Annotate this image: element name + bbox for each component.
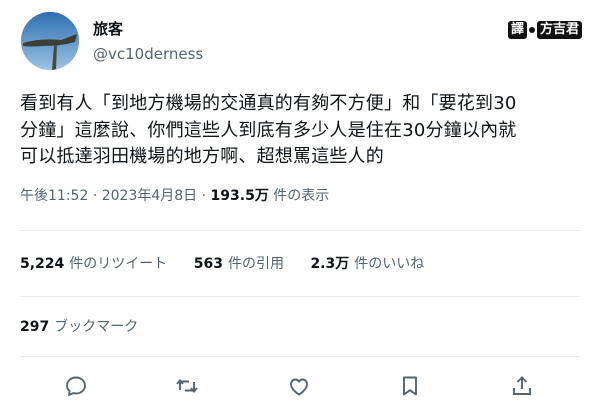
view-label: 件の表示 [273, 188, 330, 204]
avatar-image [21, 12, 79, 70]
view-count: 193.5万 [210, 188, 269, 204]
reply-button[interactable] [64, 374, 88, 398]
quotes-stat[interactable]: 563 件の引用 [194, 254, 284, 274]
reply-icon [66, 376, 86, 396]
quotes-count: 563 [193, 256, 223, 272]
share-button[interactable] [510, 374, 534, 398]
likes-stat[interactable]: 2.3万 件のいいね [310, 254, 424, 274]
bookmarks-label: ブックマーク [54, 319, 139, 335]
display-name[interactable]: 旅客 [93, 20, 123, 38]
bookmarks-count: 297 [20, 319, 50, 335]
likes-label: 件のいいね [354, 256, 425, 272]
avatar[interactable] [21, 12, 79, 70]
share-icon [513, 376, 531, 395]
likes-count: 2.3万 [310, 256, 350, 272]
meta-separator: · [201, 188, 207, 204]
tweet-text: 看到有人「到地方機場的交通真的有夠不方便」和「要花到30 分鐘」這麼說、你們這些… [20, 91, 585, 171]
bookmark-icon [403, 376, 417, 396]
divider [20, 296, 580, 297]
bookmark-button[interactable] [398, 374, 422, 398]
quotes-label: 件の引用 [227, 256, 284, 272]
watermark: 譯 方吉君 [507, 21, 582, 39]
retweets-count: 5,224 [20, 256, 65, 272]
divider [20, 230, 580, 231]
user-handle[interactable]: @vc10derness [93, 45, 203, 63]
bookmarks-stat[interactable]: 297 ブックマーク [20, 317, 138, 337]
tweet-meta: 午後11:52 · 2023年4月8日 · 193.5万 件の表示 [20, 186, 329, 206]
meta-separator: · [92, 188, 98, 204]
tweet-text-line: 可以抵達羽田機場的地方啊、超想罵這些人的 [20, 146, 384, 167]
tweet-date[interactable]: 2023年4月8日 [102, 188, 197, 204]
retweets-stat[interactable]: 5,224 件のリツイート [20, 254, 167, 274]
like-icon [290, 378, 308, 396]
tweet-text-line: 分鐘」這麼說、你們這些人到底有多少人是住在30分鐘以內就 [20, 119, 517, 141]
retweet-button[interactable] [175, 374, 199, 398]
watermark-dot [528, 27, 535, 33]
retweet-icon [176, 379, 198, 393]
tweet-time[interactable]: 午後11:52 [20, 188, 88, 204]
retweets-label: 件のリツイート [69, 256, 168, 272]
divider [20, 356, 580, 357]
like-button[interactable] [287, 374, 311, 398]
tweet-text-line: 看到有人「到地方機場的交通真的有夠不方便」和「要花到30 [20, 93, 517, 114]
watermark-left: 譯 [507, 21, 527, 39]
engagement-stats: 5,224 件のリツイート 563 件の引用 2.3万 件のいいね [20, 254, 446, 274]
watermark-right: 方吉君 [536, 21, 582, 39]
